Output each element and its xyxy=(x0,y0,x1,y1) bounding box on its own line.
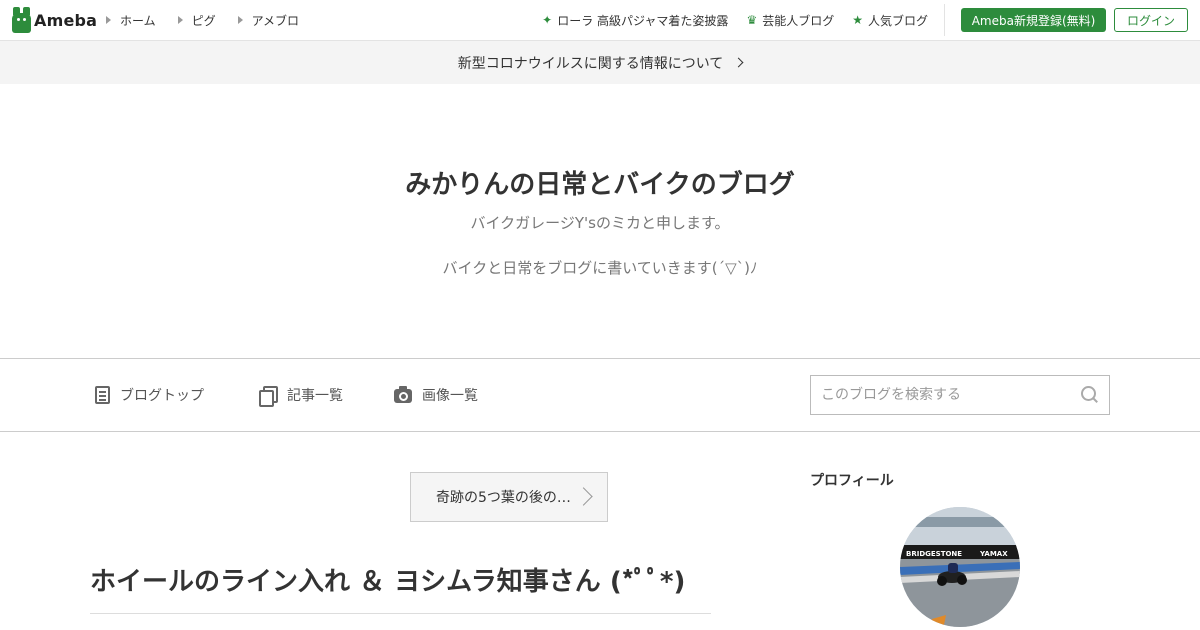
search-icon[interactable] xyxy=(1081,386,1099,404)
camera-icon xyxy=(394,386,412,404)
blog-title[interactable]: みかりんの日常とバイクのブログ xyxy=(0,164,1200,201)
blog-top-link[interactable]: ブログトップ xyxy=(95,359,204,431)
nav-ameblo[interactable]: アメブロ xyxy=(237,12,300,29)
avatar-photo: BRIDGESTONE YAMAX xyxy=(900,507,1020,627)
document-icon xyxy=(95,386,110,404)
entry-list-link[interactable]: 記事一覧 xyxy=(259,359,343,431)
ameba-pig-icon xyxy=(12,7,31,33)
nav-label: ピグ xyxy=(191,13,216,28)
blog-header: みかりんの日常とバイクのブログ バイクガレージY'sのミカと申します。 バイクと… xyxy=(0,84,1200,358)
blog-nav: ブログトップ 記事一覧 画像一覧 xyxy=(0,358,1200,432)
prev-entry-label: 奇跡の5つ葉の後の… xyxy=(436,490,571,506)
avatar-banner-text: BRIDGESTONE xyxy=(906,550,962,558)
header-divider xyxy=(944,4,945,36)
crown-icon: ♛ xyxy=(746,13,758,27)
chevron-right-icon xyxy=(733,57,744,68)
register-button[interactable]: Ameba新規登録(無料) xyxy=(961,8,1106,32)
ameba-logo[interactable]: Ameba xyxy=(12,7,97,33)
blog-nav-label: ブログトップ xyxy=(120,388,204,404)
covid-notice-link[interactable]: 新型コロナウイルスに関する情報について xyxy=(0,41,1200,84)
blog-nav-label: 画像一覧 xyxy=(422,388,478,404)
sparkle-icon: ✦ xyxy=(542,13,553,27)
triangle-right-icon xyxy=(237,16,243,24)
prev-entry-button[interactable]: 奇跡の5つ葉の後の… xyxy=(410,472,608,522)
avatar-banner-text2: YAMAX xyxy=(979,550,1008,558)
nav-label: アメブロ xyxy=(251,13,300,28)
copy-icon xyxy=(259,386,278,407)
logo-text: Ameba xyxy=(34,10,98,30)
login-button[interactable]: ログイン xyxy=(1114,8,1188,32)
notice-text: 新型コロナウイルスに関する情報について xyxy=(457,55,724,72)
nav-label: ローラ 高級パジャマ着た姿披露 xyxy=(557,13,729,28)
entry-title[interactable]: ホイールのライン入れ ＆ ヨシムラ知事さん (*ﾟﾟ*) xyxy=(90,561,710,598)
star-icon: ★ xyxy=(852,13,863,27)
global-nav: ホーム ピグ アメブロ xyxy=(106,0,321,40)
chevron-right-icon xyxy=(574,487,593,506)
blog-nav-label: 記事一覧 xyxy=(287,388,343,404)
right-nav: ✦ ローラ 高級パジャマ着た姿披露 ♛ 芸能人ブログ ★ 人気ブログ xyxy=(542,0,928,40)
nav-celebrity-blog[interactable]: ♛ 芸能人ブログ xyxy=(746,12,834,29)
triangle-right-icon xyxy=(106,16,111,24)
triangle-right-icon xyxy=(177,16,183,24)
nav-label: ホーム xyxy=(120,13,156,28)
image-list-link[interactable]: 画像一覧 xyxy=(394,359,478,431)
nav-label: 人気ブログ xyxy=(867,13,928,28)
nav-news[interactable]: ✦ ローラ 高級パジャマ着た姿披露 xyxy=(542,12,728,29)
title-divider xyxy=(90,613,711,614)
blog-search-input[interactable] xyxy=(811,376,1061,414)
nav-popular-blog[interactable]: ★ 人気ブログ xyxy=(852,12,928,29)
blog-subtitle: バイクガレージY'sのミカと申します。 xyxy=(470,214,730,232)
profile-avatar[interactable]: BRIDGESTONE YAMAX xyxy=(900,507,1020,627)
profile-heading: プロフィール xyxy=(810,473,894,489)
global-header: Ameba ホーム ピグ アメブロ ✦ ローラ 高級パジャマ着た姿披露 ♛ 芸能人ブ… xyxy=(0,0,1200,41)
nav-pigg[interactable]: ピグ xyxy=(177,12,216,29)
nav-home[interactable]: ホーム xyxy=(106,12,156,29)
nav-label: 芸能人ブログ xyxy=(762,13,835,28)
blog-description: バイクと日常をブログに書いていきます(´▽`)ﾉ xyxy=(442,259,758,277)
blog-search xyxy=(810,375,1110,415)
